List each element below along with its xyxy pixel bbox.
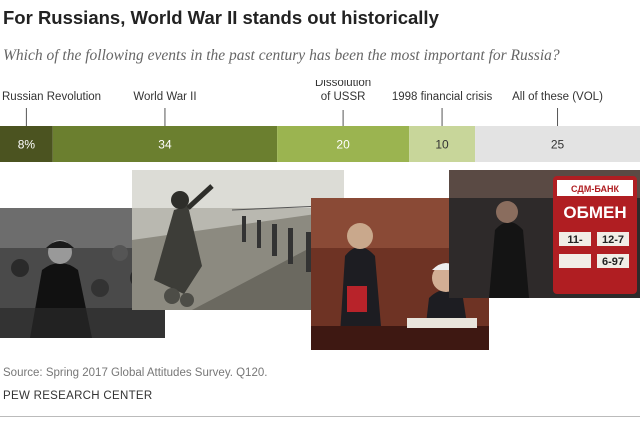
crisis-photo-image: СДМ-БАНК ОБМЕН 11- 12-7 6-97 <box>449 170 640 298</box>
category-label-world-war-ii: World War II <box>133 91 196 103</box>
value-label-world-war-ii: 34 <box>158 138 172 152</box>
chart-subtitle: Which of the following events in the pas… <box>3 47 560 64</box>
category-label-1998-financial-crisis: 1998 financial crisis <box>392 91 493 103</box>
svg-text:12-7: 12-7 <box>602 234 624 246</box>
svg-text:ОБМЕН: ОБМЕН <box>563 203 626 222</box>
bottom-rule <box>0 416 640 417</box>
source-note: Source: Spring 2017 Global Attitudes Sur… <box>3 367 268 379</box>
category-label-russian-revolution: Russian Revolution <box>2 91 101 103</box>
value-label-dissolution-of-ussr: 20 <box>336 138 350 152</box>
svg-text:11-: 11- <box>567 234 583 246</box>
value-label-russian-revolution: 8% <box>18 138 36 152</box>
value-label-all-of-these-vol: 25 <box>551 138 565 152</box>
chart-title: For Russians, World War II stands out hi… <box>3 7 439 28</box>
value-label-1998-financial-crisis: 10 <box>435 138 449 152</box>
stacked-bar-chart: 8% Russian Revolution 34 World War II 20 Diss… <box>0 80 640 162</box>
category-label-dissolution-of-ussr: Dissolution of USSR <box>315 80 371 103</box>
svg-text:СДМ-БАНК: СДМ-БАНК <box>571 184 619 194</box>
photo-financial-crisis: СДМ-БАНК ОБМЕН 11- 12-7 6-97 <box>449 170 640 298</box>
organization-name: PEW RESEARCH CENTER <box>3 390 153 402</box>
category-label-all-of-these-vol: All of these (VOL) <box>512 91 603 103</box>
svg-text:6-97: 6-97 <box>602 256 624 268</box>
